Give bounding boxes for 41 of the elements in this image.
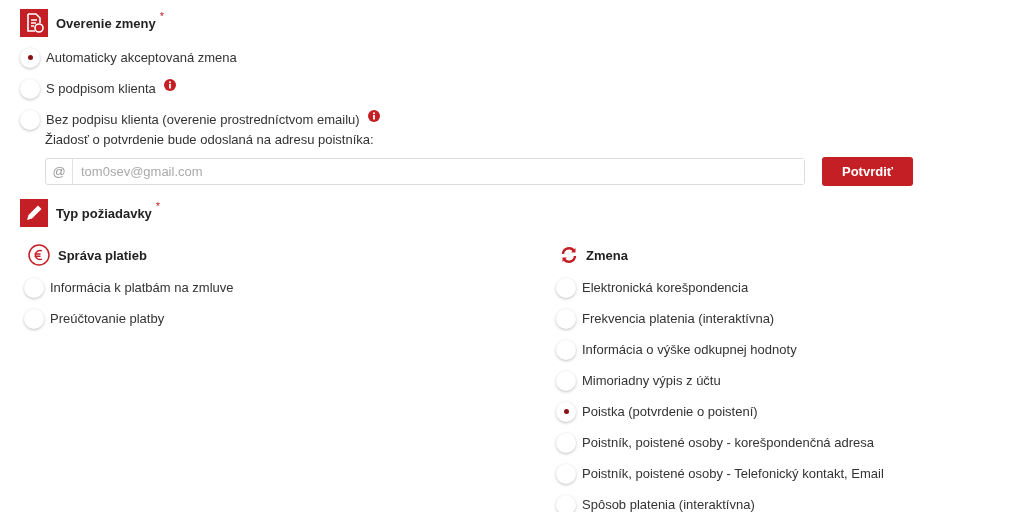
radio-button[interactable] — [556, 370, 576, 391]
option-label: Spôsob platenia (interaktívna) — [582, 497, 755, 512]
option-label: Poistník, poistené osoby - Telefonický kontakt, Email — [582, 466, 884, 481]
option-label: Poistník, poistené osoby - korešpondenčná adresa — [582, 435, 874, 450]
radio-button[interactable] — [20, 78, 40, 99]
radio-button[interactable] — [556, 401, 576, 422]
section-title: Overenie zmeny — [56, 15, 156, 31]
option-label: S podpisom klienta — [46, 81, 156, 96]
radio-button[interactable] — [556, 494, 576, 512]
pencil-icon — [20, 199, 48, 227]
radio-button[interactable] — [556, 432, 576, 453]
radio-button[interactable] — [24, 277, 44, 298]
group-title: Zmena — [586, 247, 628, 263]
confirm-button[interactable]: Potvrdiť — [822, 157, 913, 186]
required-mark: * — [159, 10, 164, 22]
info-icon[interactable] — [163, 79, 176, 91]
section-title: Typ požiadavky — [56, 205, 152, 221]
radio-button[interactable] — [24, 308, 44, 329]
refresh-icon — [560, 246, 578, 264]
radio-button[interactable] — [556, 308, 576, 329]
option-label: Mimoriadny výpis z účtu — [582, 373, 721, 388]
euro-icon — [28, 244, 50, 266]
option-label: Preúčtovanie platby — [50, 311, 165, 326]
radio-button[interactable] — [556, 339, 576, 360]
required-mark: * — [155, 200, 161, 212]
option-label: Bez podpisu klienta (overenie prostredníctvom emailu) — [46, 112, 360, 127]
option-label: Automaticky akceptovaná zmena — [46, 50, 237, 65]
radio-button[interactable] — [20, 47, 40, 68]
radio-button[interactable] — [20, 109, 40, 130]
option-label: Informácia k platbám na zmluve — [50, 280, 234, 295]
option-label: Informácia o výške odkupnej hodnoty — [582, 342, 797, 357]
radio-button[interactable] — [556, 277, 576, 298]
email-field[interactable]: @ tom0sev@gmail.com — [45, 158, 805, 185]
radio-button[interactable] — [556, 463, 576, 484]
option-label: Frekvencia platenia (interaktívna) — [582, 311, 775, 326]
document-icon — [20, 9, 48, 37]
info-icon[interactable] — [367, 110, 380, 122]
option-label: Poistka (potvrdenie o poistení) — [582, 404, 758, 419]
note-text: Žiadosť o potvrdenie bude odoslaná na adresu poistníka: — [44, 132, 375, 147]
option-label: Elektronická korešpondencia — [582, 280, 749, 295]
group-title: Správa platieb — [58, 247, 147, 263]
